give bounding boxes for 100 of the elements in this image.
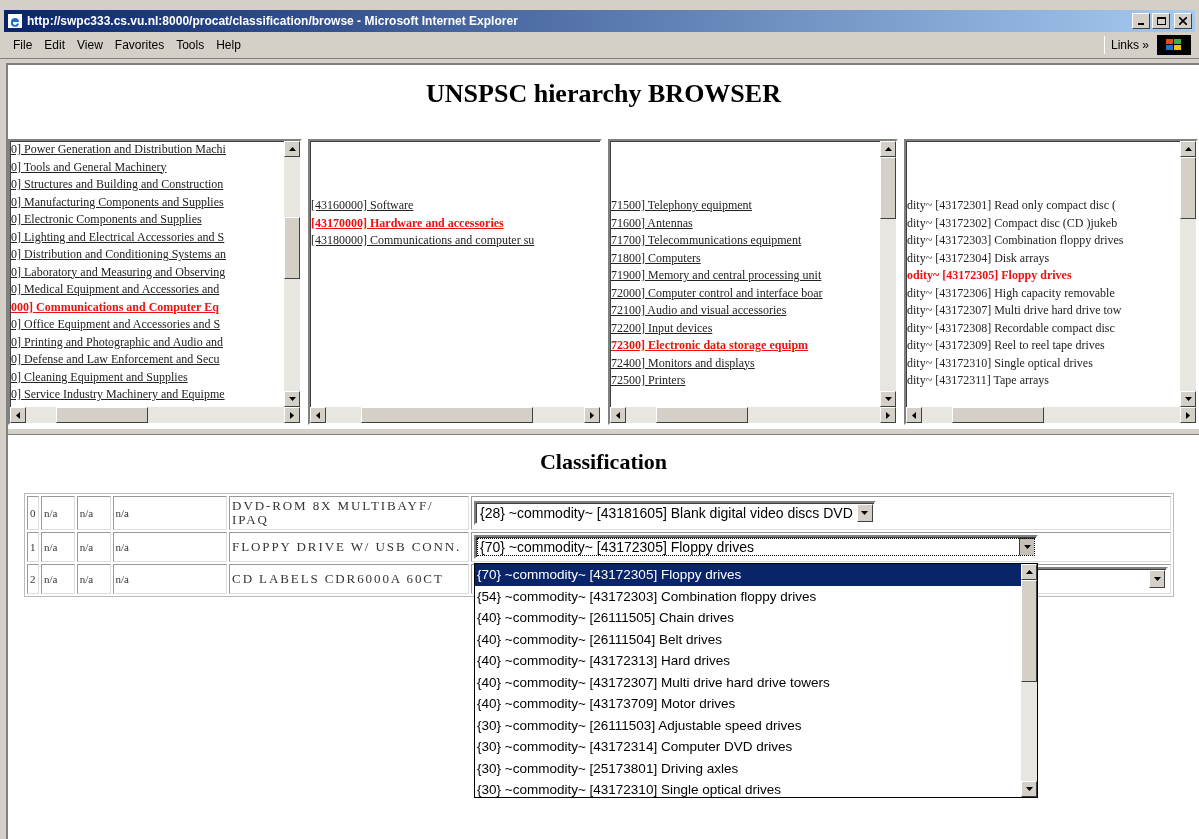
scrollbar-thumb[interactable] [1180, 157, 1196, 219]
scrollbar-thumb[interactable] [1021, 580, 1037, 682]
dropdown-option[interactable]: {40} ~commodity~ [26111504] Belt drives [475, 628, 1021, 650]
scrollbar-thumb[interactable] [284, 217, 300, 279]
scroll-left-icon [912, 411, 916, 419]
menu-item[interactable]: Favorites [109, 36, 170, 54]
category-link[interactable]: 0] Electronic Components and Supplies [11, 211, 284, 229]
close-icon [1179, 17, 1187, 25]
category-link[interactable]: 72000] Computer control and interface boar [611, 284, 880, 302]
menu-item[interactable]: Tools [171, 36, 210, 54]
horizontal-scrollbar[interactable] [906, 407, 1196, 423]
category-link[interactable]: 0] Cleaning Equipment and Supplies [11, 368, 284, 386]
category-link[interactable]: 71800] Computers [611, 249, 880, 267]
scrollbar-thumb[interactable] [880, 157, 896, 219]
vertical-scrollbar[interactable] [1180, 141, 1196, 407]
dropdown-option[interactable]: {40} ~commodity~ [43172313] Hard drives [475, 650, 1021, 672]
category-item[interactable]: dity~ [43172303] Combination floppy drives [907, 232, 1180, 250]
scroll-up-icon [1184, 147, 1192, 151]
category-link[interactable]: 72100] Audio and visual accessories [611, 302, 880, 320]
scrollbar-thumb[interactable] [361, 407, 533, 423]
category-item[interactable]: dity~ [43172308] Recordable compact disc [907, 319, 1180, 337]
category-link[interactable]: 0] Tools and General Machinery [11, 158, 284, 176]
category-link[interactable]: [43170000] Hardware and accessories [311, 214, 600, 232]
scrollbar-thumb[interactable] [656, 407, 748, 423]
menu-item[interactable]: Edit [39, 36, 71, 54]
table-cell: n/a [112, 564, 228, 594]
category-item[interactable]: dity~ [43172311] Tape arrays [907, 372, 1180, 390]
minimize-button[interactable] [1132, 13, 1150, 29]
row-number: 1 [27, 532, 39, 562]
table-cell: n/a [41, 496, 75, 530]
horizontal-scrollbar[interactable] [610, 407, 896, 423]
table-cell: n/a [76, 496, 111, 530]
maximize-button[interactable] [1152, 13, 1170, 29]
dropdown-option[interactable]: {40} ~commodity~ [26111505] Chain drives [475, 607, 1021, 629]
category-item[interactable]: dity~ [43172301] Read only compact disc ( [907, 197, 1180, 215]
dropdown-option[interactable]: {40} ~commodity~ [43173709] Motor drives [475, 693, 1021, 715]
category-link[interactable]: 0] Printing and Photographic and Audio and [11, 333, 284, 351]
category-link[interactable]: 72300] Electronic data storage equipm [611, 337, 880, 355]
category-link[interactable]: 71600] Antennas [611, 214, 880, 232]
table-cell: n/a [112, 496, 228, 530]
horizontal-scrollbar[interactable] [310, 407, 600, 423]
category-item[interactable]: dity~ [43172302] Compact disc (CD )jukeb [907, 214, 1180, 232]
category-link[interactable]: 000] Communications and Computer Eq [11, 298, 284, 316]
category-link[interactable]: 0] Defense and Law Enforcement and Secu [11, 351, 284, 369]
category-select[interactable]: {70} ~commodity~ [43172305] Floppy drives [474, 535, 1038, 559]
category-link[interactable]: 71500] Telephony equipment [611, 197, 880, 215]
menu-item[interactable]: View [72, 36, 108, 54]
close-button[interactable] [1174, 13, 1192, 29]
category-link[interactable]: 71900] Memory and central processing unit [611, 267, 880, 285]
page-heading: UNSPSC hierarchy BROWSER [425, 79, 783, 110]
category-link[interactable]: 72200] Input devices [611, 319, 880, 337]
category-link[interactable]: 0] Medical Equipment and Accessories and [11, 281, 284, 299]
category-link[interactable]: [43180000] Communications and computer su [311, 232, 600, 250]
table-cell: n/a [41, 564, 75, 594]
category-link[interactable]: 0] Laboratory and Measuring and Observing [11, 263, 284, 281]
category-link[interactable]: 0] Structures and Building and Construction [11, 176, 284, 194]
scroll-up-icon [1025, 570, 1033, 574]
dropdown-option[interactable]: {30} ~commodity~ [43172310] Single optical drives [475, 779, 1021, 797]
table-cell: n/a [76, 532, 111, 562]
menu-item[interactable]: File [8, 36, 38, 54]
vertical-scrollbar[interactable] [1021, 564, 1037, 797]
row-number: 0 [27, 496, 39, 530]
dropdown-option[interactable]: {30} ~commodity~ [43172314] Computer DVD drives [475, 736, 1021, 758]
category-link[interactable]: 72400] Monitors and displays [611, 354, 880, 372]
links-button[interactable]: Links » [1103, 36, 1155, 54]
description-cell: FLOPPY DRIVE W/ USB CONN. [229, 532, 469, 562]
vertical-scrollbar[interactable] [284, 141, 300, 407]
menu-item[interactable]: Help [211, 36, 246, 54]
category-item[interactable]: dity~ [43172307] Multi drive hard drive tow [907, 302, 1180, 320]
category-link[interactable]: [43160000] Software [311, 197, 600, 215]
description-cell: CD LABELS CDR6000A 60CT [229, 564, 469, 594]
category-link[interactable]: 0] Power Generation and Distribution Machi [11, 141, 284, 159]
dropdown-option[interactable]: {30} ~commodity~ [26111503] Adjustable speed drives [475, 714, 1021, 736]
category-select[interactable]: {28} ~commodity~ [43181605] Blank digital video discs DVD [474, 501, 876, 525]
scroll-down-icon [1025, 787, 1033, 791]
scroll-left-icon [316, 411, 320, 419]
category-link[interactable]: 72500] Printers [611, 372, 880, 390]
category-link[interactable]: 0] Manufacturing Components and Supplies [11, 193, 284, 211]
horizontal-scrollbar[interactable] [10, 407, 300, 423]
scrollbar-thumb[interactable] [952, 407, 1044, 423]
category-item[interactable]: dity~ [43172306] High capacity removable [907, 284, 1180, 302]
category-link[interactable]: 0] Lighting and Electrical Accessories and S [11, 228, 284, 246]
dropdown-option[interactable]: {30} ~commodity~ [25173801] Driving axles [475, 757, 1021, 779]
category-link[interactable]: 71700] Telecommunications equipment [611, 232, 880, 250]
scroll-right-icon [886, 411, 890, 419]
dropdown-option[interactable]: {40} ~commodity~ [43172307] Multi drive hard drive towers [475, 671, 1021, 693]
row-number: 2 [27, 564, 39, 594]
category-item[interactable]: dity~ [43172304] Disk arrays [907, 249, 1180, 267]
category-link[interactable]: 0] Distribution and Conditioning Systems an [11, 246, 284, 264]
category-link[interactable]: 0] Service Industry Machinery and Equipme [11, 386, 284, 404]
category-link[interactable]: 0] Office Equipment and Accessories and S [11, 316, 284, 334]
category-item[interactable]: dity~ [43172309] Reel to reel tape drives [907, 337, 1180, 355]
category-item[interactable]: odity~ [43172305] Floppy drives [907, 267, 1180, 285]
category-item[interactable]: dity~ [43172310] Single optical drives [907, 354, 1180, 372]
dropdown-option[interactable]: {70} ~commodity~ [43172305] Floppy drives [475, 564, 1021, 586]
vertical-scrollbar[interactable] [880, 141, 896, 407]
scrollbar-thumb[interactable] [56, 407, 148, 423]
maximize-icon [1156, 17, 1166, 25]
dropdown-option[interactable]: {54} ~commodity~ [43172303] Combination floppy drives [475, 585, 1021, 607]
scroll-down-icon [884, 397, 892, 401]
